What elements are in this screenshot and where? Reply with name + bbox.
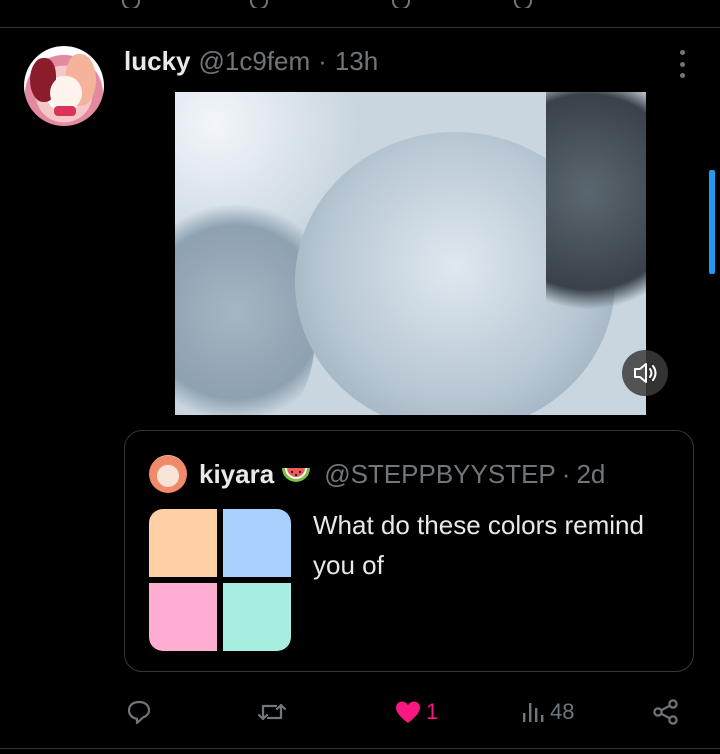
- repost-icon: [257, 703, 287, 721]
- swatch-pink: [149, 583, 217, 651]
- like-button[interactable]: 1: [394, 690, 438, 734]
- repost-button[interactable]: [256, 690, 288, 734]
- author-name[interactable]: lucky: [124, 46, 191, 77]
- quoted-handle[interactable]: @STEPPBYYSTEP: [324, 459, 556, 490]
- like-count: 1: [426, 699, 439, 724]
- avatar[interactable]: [24, 46, 104, 126]
- mute-button[interactable]: [622, 350, 668, 396]
- quoted-author-name[interactable]: kiyara: [199, 459, 274, 490]
- swatch-peach: [149, 509, 217, 577]
- post-actions: 1 48: [0, 690, 720, 734]
- views-chart-icon: [523, 703, 544, 722]
- heart-filled-icon: [396, 701, 420, 723]
- post-time[interactable]: 13h: [335, 46, 378, 77]
- share-icon: [653, 699, 678, 725]
- post-header: lucky @1c9fem · 13h: [124, 44, 378, 78]
- views-button[interactable]: 48: [520, 690, 574, 734]
- quoted-header: kiyara @STEPPBYYSTEP · 2d: [199, 457, 605, 491]
- quoted-post[interactable]: kiyara @STEPPBYYSTEP · 2d What do these …: [124, 430, 694, 672]
- speaker-muted-icon: [634, 363, 657, 383]
- time-separator: ·: [318, 45, 327, 76]
- author-handle[interactable]: @1c9fem: [199, 46, 311, 77]
- more-dots-icon[interactable]: [672, 50, 692, 78]
- quoted-text: What do these colors remind you of: [313, 510, 644, 580]
- quoted-time[interactable]: 2d: [576, 459, 605, 490]
- post-video[interactable]: [175, 92, 646, 415]
- swatch-blue: [223, 509, 291, 577]
- previous-post-actions: [0, 0, 720, 8]
- reply-button[interactable]: [126, 690, 152, 734]
- swatch-mint: [223, 583, 291, 651]
- share-button[interactable]: [652, 690, 680, 734]
- post-divider: [0, 27, 720, 28]
- watermelon-emoji-icon: [282, 468, 311, 482]
- views-count: 48: [550, 699, 575, 724]
- quoted-avatar[interactable]: [149, 455, 187, 493]
- quoted-time-separator: ·: [561, 458, 571, 489]
- color-swatch-image[interactable]: [149, 509, 291, 651]
- scrollbar-thumb[interactable]: [709, 170, 715, 274]
- reply-icon: [127, 700, 151, 725]
- post-divider-bottom: [0, 748, 720, 749]
